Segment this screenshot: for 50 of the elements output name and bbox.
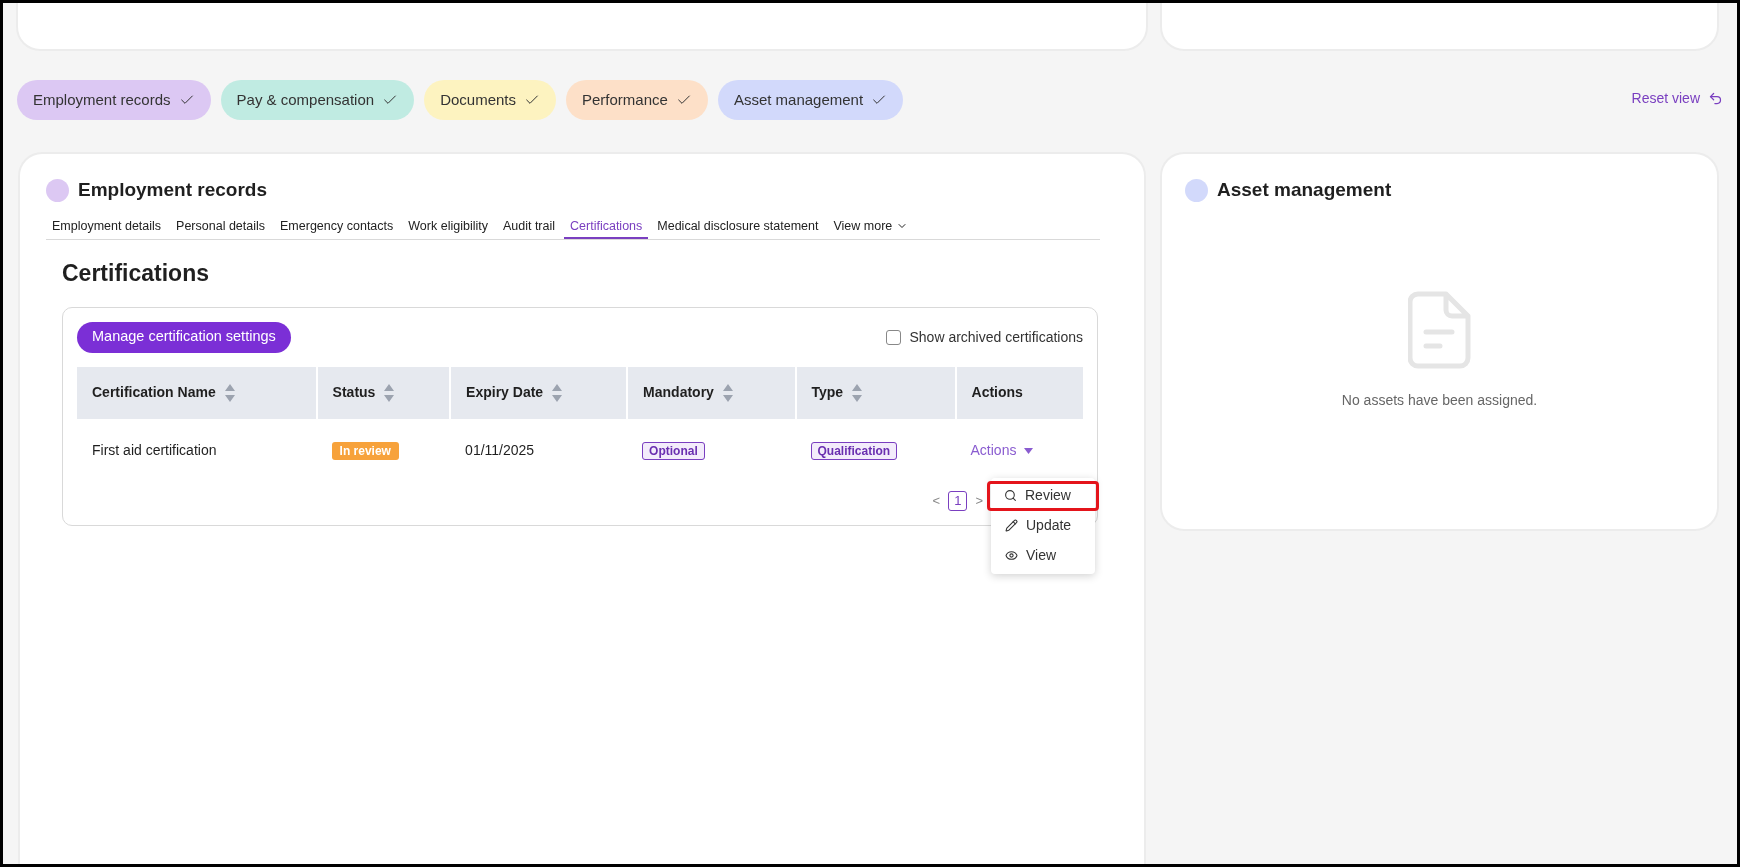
tab[interactable]: Emergency contacts <box>274 216 400 240</box>
type-tag: Qualification <box>810 442 898 461</box>
sort-icon[interactable] <box>721 382 734 403</box>
mandatory-tag: Optional <box>642 442 705 461</box>
sort-icon[interactable] <box>223 382 236 403</box>
view-more-tab[interactable]: View more <box>827 216 915 240</box>
previous-page-button[interactable]: < <box>932 491 941 511</box>
column-label: Type <box>811 383 844 403</box>
tab[interactable]: Personal details <box>170 216 272 240</box>
filter-chip[interactable]: Pay & compensation <box>220 80 415 120</box>
next-page-button[interactable]: > <box>975 491 983 511</box>
menu-item[interactable]: View <box>991 540 1095 571</box>
tab[interactable]: Medical disclosure statement <box>651 216 825 240</box>
filter-chip[interactable]: Employment records <box>17 80 211 120</box>
page-button[interactable]: 1 <box>948 490 968 511</box>
tab[interactable]: Certifications <box>564 216 649 240</box>
caret-icon <box>1024 447 1034 454</box>
menu-item[interactable]: Update <box>991 510 1095 541</box>
manage-settings-button[interactable]: Manage certification settings <box>77 321 291 353</box>
panel-title: Asset management <box>1217 178 1392 202</box>
column-label: Expiry Date <box>466 383 544 403</box>
sort-icon[interactable] <box>383 382 396 403</box>
tab[interactable]: Audit trail <box>496 216 562 240</box>
section-heading: Certifications <box>62 259 210 289</box>
column-label: Mandatory <box>643 383 714 403</box>
menu-item[interactable]: Review <box>987 480 1099 511</box>
search-icon <box>1004 489 1017 503</box>
table-cell: First aid certification <box>77 418 317 483</box>
document-icon <box>1407 289 1472 370</box>
reset-view-link[interactable]: Reset view <box>1631 87 1723 109</box>
table-cell: 01/11/2025 <box>450 418 628 483</box>
actions-dropdown[interactable]: Actions <box>970 440 1034 462</box>
column-label: Actions <box>971 383 1023 403</box>
column-label: Status <box>332 383 376 403</box>
filter-chip[interactable]: Documents <box>424 80 556 120</box>
tab[interactable]: Employment details <box>46 216 168 240</box>
sort-icon[interactable] <box>551 382 564 403</box>
pencil-icon <box>1005 519 1018 533</box>
checkbox-label: Show archived certifications <box>909 327 1083 347</box>
checkbox[interactable] <box>886 329 902 345</box>
eye-icon <box>1005 549 1018 563</box>
status-badge: In review <box>331 442 399 461</box>
tab[interactable]: Work eligibility <box>402 216 494 240</box>
sort-icon[interactable] <box>851 382 864 403</box>
undo-icon <box>1708 90 1723 106</box>
panel-title: Employment records <box>78 178 267 202</box>
filter-chip[interactable]: Performance <box>566 80 708 120</box>
filter-chip[interactable]: Asset management <box>717 80 904 120</box>
empty-message: No assets have been assigned. <box>1341 390 1538 410</box>
column-label: Certification Name <box>92 383 216 403</box>
